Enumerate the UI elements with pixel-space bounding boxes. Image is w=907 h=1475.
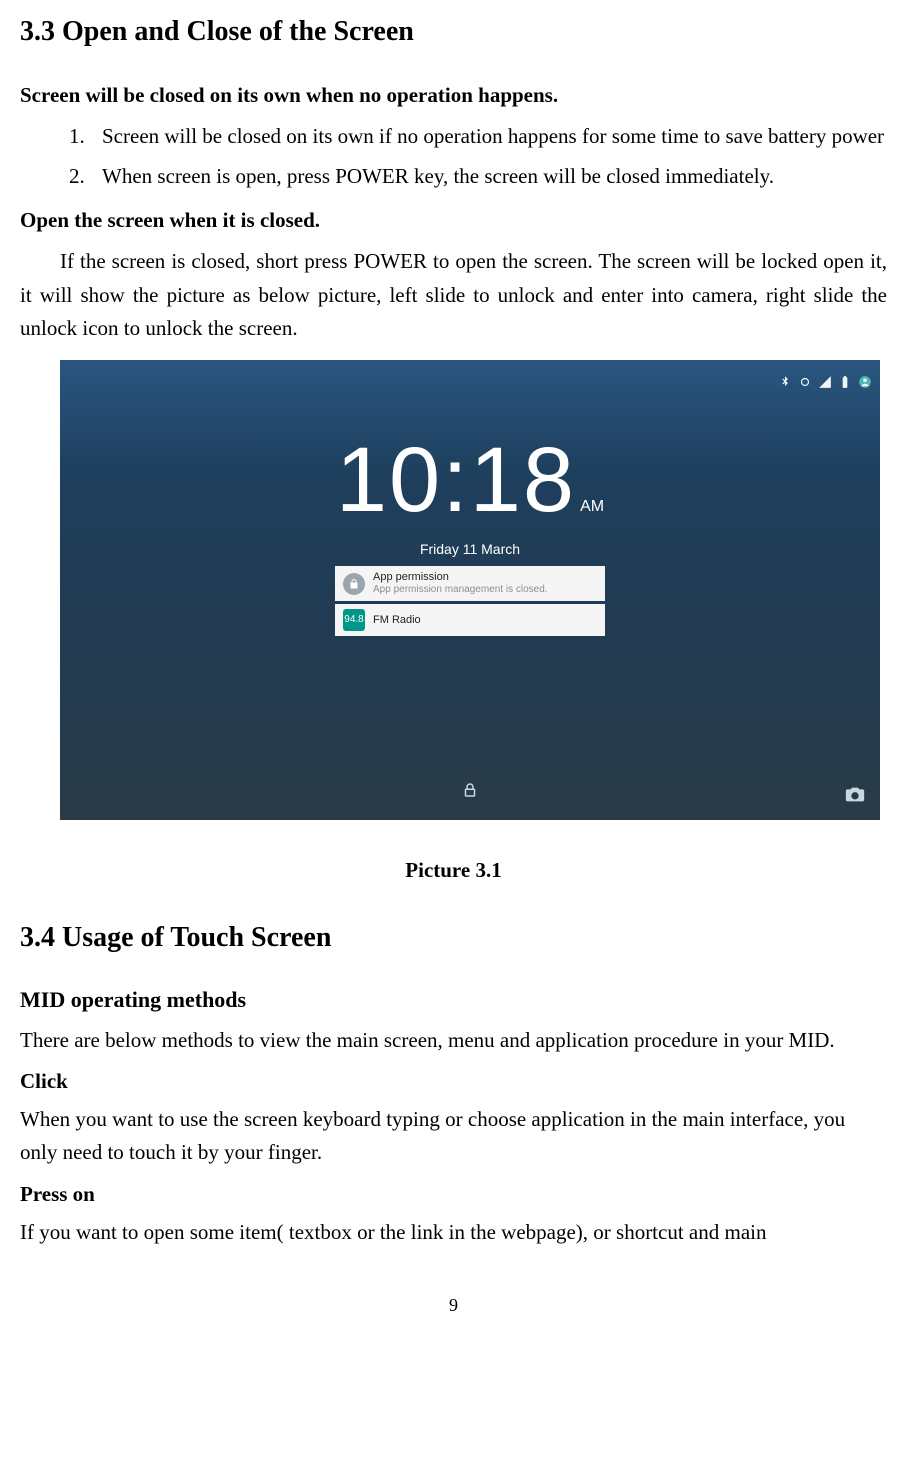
close-screen-list: Screen will be closed on its own if no o… <box>20 120 887 193</box>
figure-caption: Picture 3.1 <box>20 854 887 888</box>
user-icon <box>858 366 872 400</box>
notification-subtitle: App permission management is closed. <box>373 584 548 596</box>
mid-methods-heading: MID operating methods <box>20 982 887 1017</box>
press-body: If you want to open some item( textbox o… <box>20 1216 887 1250</box>
lockscreen-date: Friday 11 March <box>60 538 880 560</box>
status-bar <box>778 366 872 400</box>
close-list-item-2: When screen is open, press POWER key, th… <box>90 160 887 194</box>
unlock-icon[interactable] <box>461 776 479 810</box>
mid-methods-intro: There are below methods to view the main… <box>20 1024 887 1058</box>
click-body: When you want to use the screen keyboard… <box>20 1103 887 1170</box>
section-3-3-heading: 3.3 Open and Close of the Screen <box>20 10 887 55</box>
press-heading: Press on <box>20 1178 887 1212</box>
notification-text: App permission App permission management… <box>373 571 548 596</box>
time-ampm: AM <box>580 494 604 520</box>
figure-3-1: 10:18AM Friday 11 March App permission A… <box>60 360 887 820</box>
notification-app-permission[interactable]: App permission App permission management… <box>335 566 605 601</box>
open-screen-paragraph: If the screen is closed, short press POW… <box>20 245 887 346</box>
signal-icon <box>818 366 832 400</box>
notification-fm-radio[interactable]: 94.8 FM Radio <box>335 604 605 636</box>
section-3-4-heading: 3.4 Usage of Touch Screen <box>20 916 887 961</box>
camera-icon[interactable] <box>844 782 866 816</box>
battery-icon <box>838 366 852 400</box>
open-screen-heading: Open the screen when it is closed. <box>20 204 887 238</box>
lockscreen-notifications: App permission App permission management… <box>335 566 605 639</box>
lock-icon <box>343 573 365 595</box>
lockscreen-time: 10:18AM <box>60 434 880 526</box>
page-number: 9 <box>20 1291 887 1320</box>
time-value: 10:18 <box>336 434 576 526</box>
close-screen-heading: Screen will be closed on its own when no… <box>20 79 887 113</box>
radio-icon: 94.8 <box>343 609 365 631</box>
notification-text: FM Radio <box>373 614 421 627</box>
click-heading: Click <box>20 1065 887 1099</box>
android-lockscreen: 10:18AM Friday 11 March App permission A… <box>60 360 880 820</box>
notification-title: FM Radio <box>373 614 421 627</box>
close-list-item-1: Screen will be closed on its own if no o… <box>90 120 887 154</box>
notification-title: App permission <box>373 571 548 584</box>
bluetooth-icon <box>778 366 792 400</box>
circle-icon <box>798 366 812 400</box>
